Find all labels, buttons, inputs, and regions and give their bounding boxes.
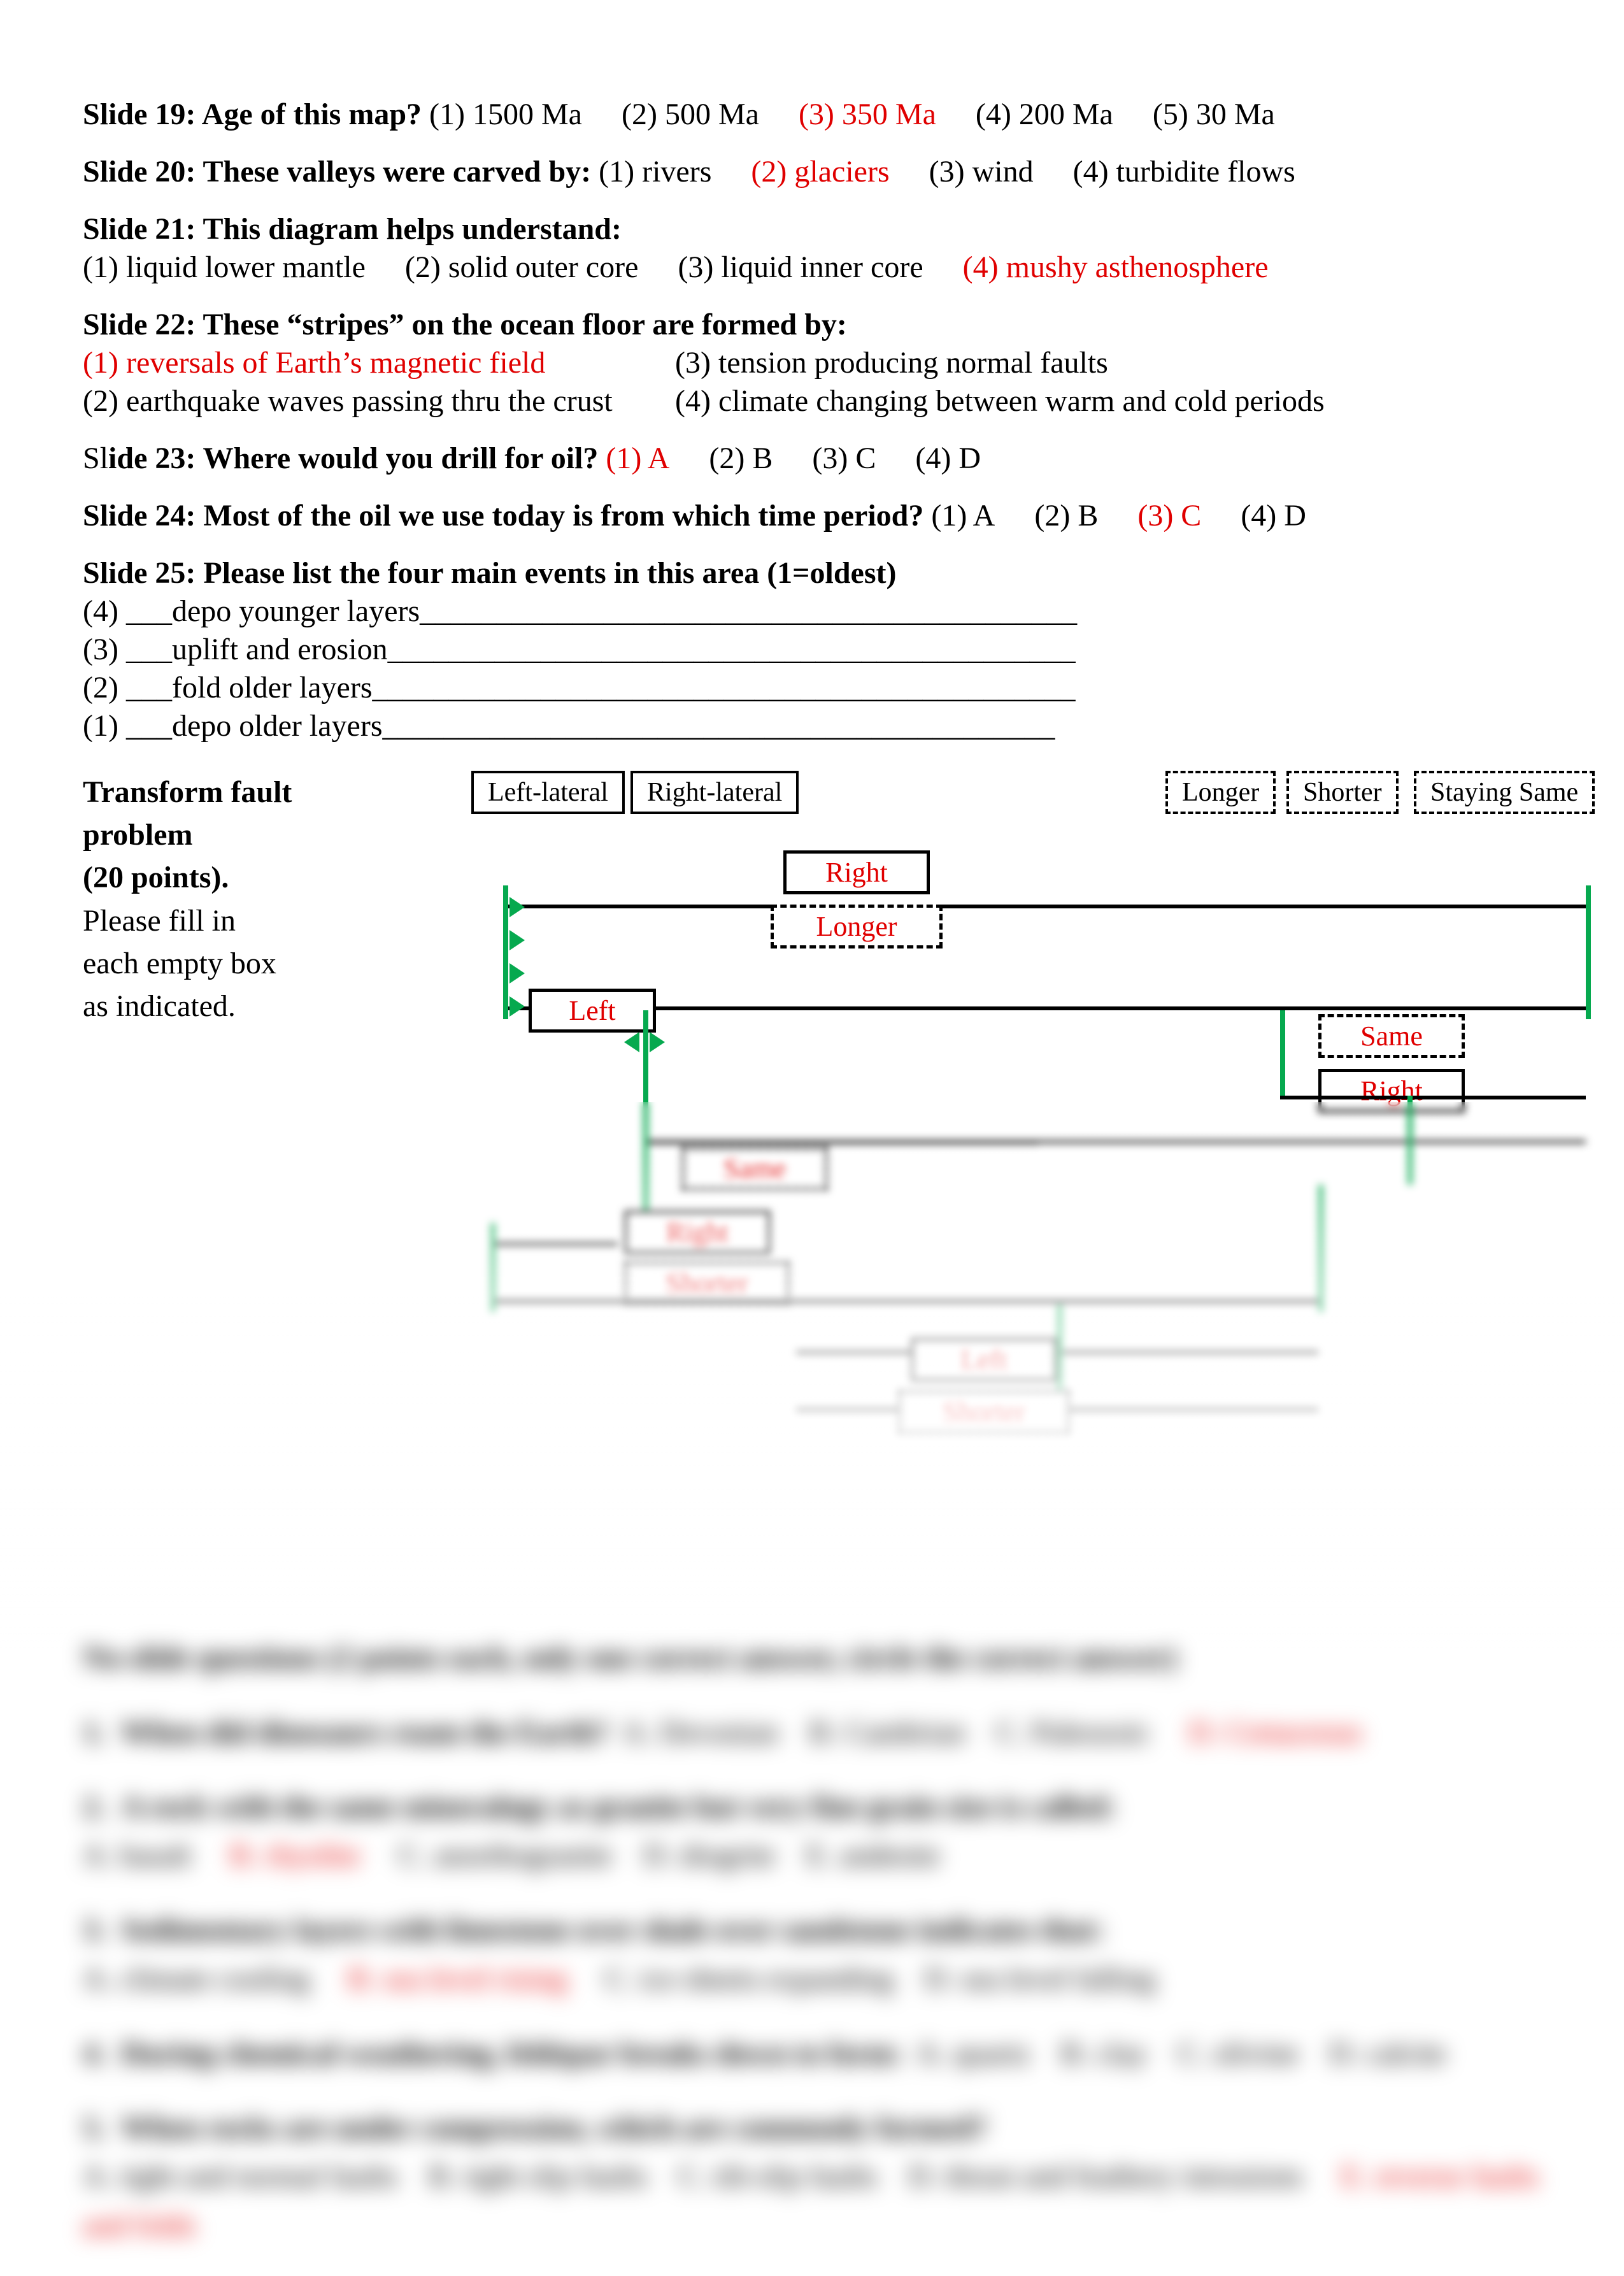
- answer-box-longer-1: Longer: [771, 905, 943, 948]
- q19-opt-2: (2) 500 Ma: [622, 96, 759, 134]
- q19-opt-1: (1) 1500 Ma: [429, 96, 582, 134]
- q25-line-1: (1) ___depo older layers________________…: [83, 707, 1541, 745]
- q25-line-2: (2) ___fold older layers________________…: [83, 669, 1541, 707]
- answer-box-left-1: Left: [529, 989, 656, 1033]
- q20-prompt: Slide 20: These valleys were carved by:: [83, 155, 591, 189]
- q22-opt-1: (1) reversals of Earth’s magnetic field: [83, 344, 675, 382]
- q19-prompt: Slide 19: Age of this map?: [83, 97, 422, 131]
- q24-opt-3: (3) C: [1137, 497, 1201, 535]
- q23-opt-4: (4) D: [915, 440, 981, 478]
- q23-prefix: Sl: [83, 441, 108, 475]
- tf-title-2: problem: [83, 813, 414, 856]
- answer-box-shorter-1: Shorter: [624, 1261, 790, 1305]
- blur-heading: No-slide questions (2 points each, only …: [83, 1634, 1541, 1683]
- q19-opt-3: (3) 350 Ma: [799, 96, 936, 134]
- q19-opt-4: (4) 200 Ma: [976, 96, 1113, 134]
- answer-box-right-1: Right: [783, 850, 930, 894]
- q20-opt-1: (1) rivers: [599, 153, 711, 191]
- q19-opt-5: (5) 30 Ma: [1153, 96, 1275, 134]
- q24-opt-2: (2) B: [1034, 497, 1098, 535]
- q21-opt-4: (4) mushy asthenosphere: [963, 248, 1269, 287]
- tf-header-labels: Left-lateral Right-lateral Longer Shorte…: [452, 771, 1624, 822]
- q23-opt-1: (1) A: [606, 440, 669, 478]
- q25-prompt: Slide 25: Please list the four main even…: [83, 554, 1541, 592]
- q20-opt-3: (3) wind: [929, 153, 1034, 191]
- blur-q4: 4. During chemical weathering, feldspar …: [83, 2029, 1541, 2079]
- q20-opt-4: (4) turbidite flows: [1073, 153, 1295, 191]
- q24-prompt: Slide 24: Most of the oil we use today i…: [83, 499, 923, 533]
- q20-opt-2: (2) glaciers: [751, 153, 889, 191]
- blur-q3: 3. Sedimentary layers with limestone ove…: [83, 1906, 1541, 2004]
- answer-box-shorter-2: Shorter: [898, 1390, 1070, 1434]
- q21-opt-1: (1) liquid lower mantle: [83, 248, 366, 287]
- tf-title-1: Transform fault: [83, 771, 414, 813]
- q24-opt-1: (1) A: [931, 497, 995, 535]
- tf-instr-1: Please fill in: [83, 899, 414, 942]
- question-21: Slide 21: This diagram helps understand:…: [83, 210, 1541, 287]
- q22-opt-2: (2) earthquake waves passing thru the cr…: [83, 382, 675, 420]
- tf-instr-3: as indicated.: [83, 985, 414, 1027]
- transform-fault-problem: Transform fault problem (20 points). Ple…: [83, 771, 1541, 1535]
- tag-shorter: Shorter: [1286, 771, 1399, 814]
- answer-box-left-2: Left: [911, 1338, 1057, 1382]
- q21-prompt: Slide 21: This diagram helps understand:: [83, 210, 1541, 248]
- transform-fault-diagram: Right Longer Left Same Right Same: [452, 866, 1599, 1516]
- ridge-segment-1b: [1586, 885, 1591, 1019]
- q23-opt-2: (2) B: [709, 440, 773, 478]
- q25-line-4: (4) ___depo younger layers______________…: [83, 592, 1541, 631]
- q21-opt-3: (3) liquid inner core: [678, 248, 923, 287]
- tf-instructions: Transform fault problem (20 points). Ple…: [83, 771, 414, 1027]
- tf-title-3: (20 points).: [83, 856, 414, 899]
- blurred-preview-content: No-slide questions (2 points each, only …: [83, 1634, 1541, 2276]
- tag-longer: Longer: [1165, 771, 1276, 814]
- tag-right-lateral: Right-lateral: [630, 771, 799, 814]
- ridge-segment-1: [503, 885, 508, 1019]
- blur-q2: 2. A rock with the same mineralogy as gr…: [83, 1783, 1541, 1881]
- q22-opt-4: (4) climate changing between warm and co…: [675, 382, 1325, 420]
- blur-q1: 1. When did dinosaurs roam the Earth? A.…: [83, 1708, 1541, 1757]
- tag-left-lateral: Left-lateral: [471, 771, 625, 814]
- question-20: Slide 20: These valleys were carved by: …: [83, 153, 1541, 191]
- question-22: Slide 22: These “stripes” on the ocean f…: [83, 306, 1541, 420]
- q24-opt-4: (4) D: [1241, 497, 1306, 535]
- blur-q5: 5. When rocks are under compression, whi…: [83, 2104, 1541, 2251]
- q22-opt-3: (3) tension producing normal faults: [675, 344, 1325, 382]
- question-24: Slide 24: Most of the oil we use today i…: [83, 497, 1541, 535]
- q25-line-3: (3) ___uplift and erosion_______________…: [83, 631, 1541, 669]
- question-19: Slide 19: Age of this map? (1) 1500 Ma (…: [83, 96, 1541, 134]
- q21-opt-2: (2) solid outer core: [405, 248, 639, 287]
- question-25: Slide 25: Please list the four main even…: [83, 554, 1541, 745]
- q22-prompt: Slide 22: These “stripes” on the ocean f…: [83, 306, 1541, 344]
- q23-opt-3: (3) C: [812, 440, 876, 478]
- tf-instr-2: each empty box: [83, 942, 414, 985]
- question-23: Slide 23: Where would you drill for oil?…: [83, 440, 1541, 478]
- answer-box-same-2: Same: [681, 1147, 828, 1191]
- tag-staying-same: Staying Same: [1414, 771, 1595, 814]
- answer-box-same-1: Same: [1318, 1014, 1465, 1058]
- answer-box-right-2: Right: [1318, 1069, 1465, 1113]
- answer-box-right-3: Right: [624, 1210, 771, 1254]
- q23-prompt: ide 23: Where would you drill for oil?: [108, 441, 598, 475]
